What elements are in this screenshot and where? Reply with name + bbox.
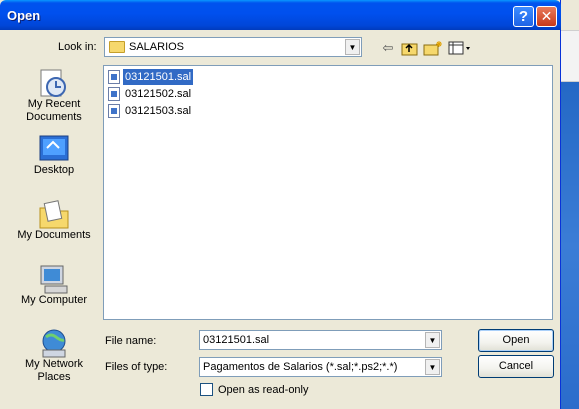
look-in-value: SALARIOS	[129, 41, 185, 53]
background-panel	[560, 82, 579, 409]
place-label: My Network Places	[24, 358, 84, 383]
file-list[interactable]: 03121501.sal 03121502.sal 03121503.sal	[103, 65, 553, 320]
my-documents-icon	[37, 199, 71, 229]
desktop-icon	[37, 134, 71, 164]
look-in-label: Look in:	[58, 41, 97, 53]
background-window-top	[560, 0, 579, 30]
recent-documents-icon	[37, 68, 71, 98]
sal-file-icon	[108, 104, 120, 118]
place-desktop[interactable]: Desktop	[12, 134, 96, 177]
place-my-computer[interactable]: My Computer	[12, 264, 96, 307]
view-menu-icon[interactable]	[447, 38, 473, 58]
close-button[interactable]: ✕	[536, 6, 557, 27]
chevron-down-icon[interactable]: ▼	[345, 39, 360, 55]
back-icon[interactable]: ⇦	[377, 38, 399, 58]
place-label: My Recent Documents	[26, 98, 82, 123]
place-my-recent-documents[interactable]: My Recent Documents	[12, 68, 96, 124]
chevron-down-icon[interactable]: ▼	[425, 332, 440, 348]
open-dialog: Open ? ✕ Look in: SALARIOS ▼ ⇦ My Recent…	[0, 0, 561, 409]
cancel-button[interactable]: Cancel	[478, 355, 554, 378]
my-network-places-icon	[37, 328, 71, 358]
window-title: Open	[7, 8, 41, 23]
file-name-label: File name:	[105, 335, 157, 347]
file-name-value: 03121501.sal	[203, 334, 270, 346]
place-my-documents[interactable]: My Documents	[12, 199, 96, 242]
file-name: 03121503.sal	[125, 105, 192, 117]
title-bar[interactable]: Open ? ✕	[0, 0, 561, 30]
up-folder-icon[interactable]	[399, 38, 421, 58]
sal-file-icon	[108, 87, 120, 101]
read-only-label[interactable]: Open as read-only	[218, 384, 309, 396]
background-window	[560, 0, 579, 409]
file-name: 03121502.sal	[125, 88, 192, 100]
sal-file-icon	[108, 70, 120, 84]
look-in-combo[interactable]: SALARIOS ▼	[104, 37, 362, 57]
background-toolbar	[560, 30, 579, 82]
files-of-type-label: Files of type:	[105, 361, 168, 373]
file-name: 03121501.sal	[123, 69, 194, 85]
open-button[interactable]: Open	[478, 329, 554, 352]
place-my-network-places[interactable]: My Network Places	[12, 328, 96, 384]
my-computer-icon	[37, 264, 71, 294]
read-only-checkbox[interactable]	[200, 383, 213, 396]
file-name-input[interactable]: 03121501.sal ▼	[199, 330, 442, 350]
folder-icon	[109, 41, 125, 53]
files-of-type-select[interactable]: Pagamentos de Salarios (*.sal;*.ps2;*.*)…	[199, 357, 442, 377]
new-folder-icon[interactable]	[422, 38, 444, 58]
chevron-down-icon[interactable]: ▼	[425, 359, 440, 375]
help-button[interactable]: ?	[513, 6, 534, 27]
files-of-type-value: Pagamentos de Salarios (*.sal;*.ps2;*.*)	[203, 361, 398, 373]
